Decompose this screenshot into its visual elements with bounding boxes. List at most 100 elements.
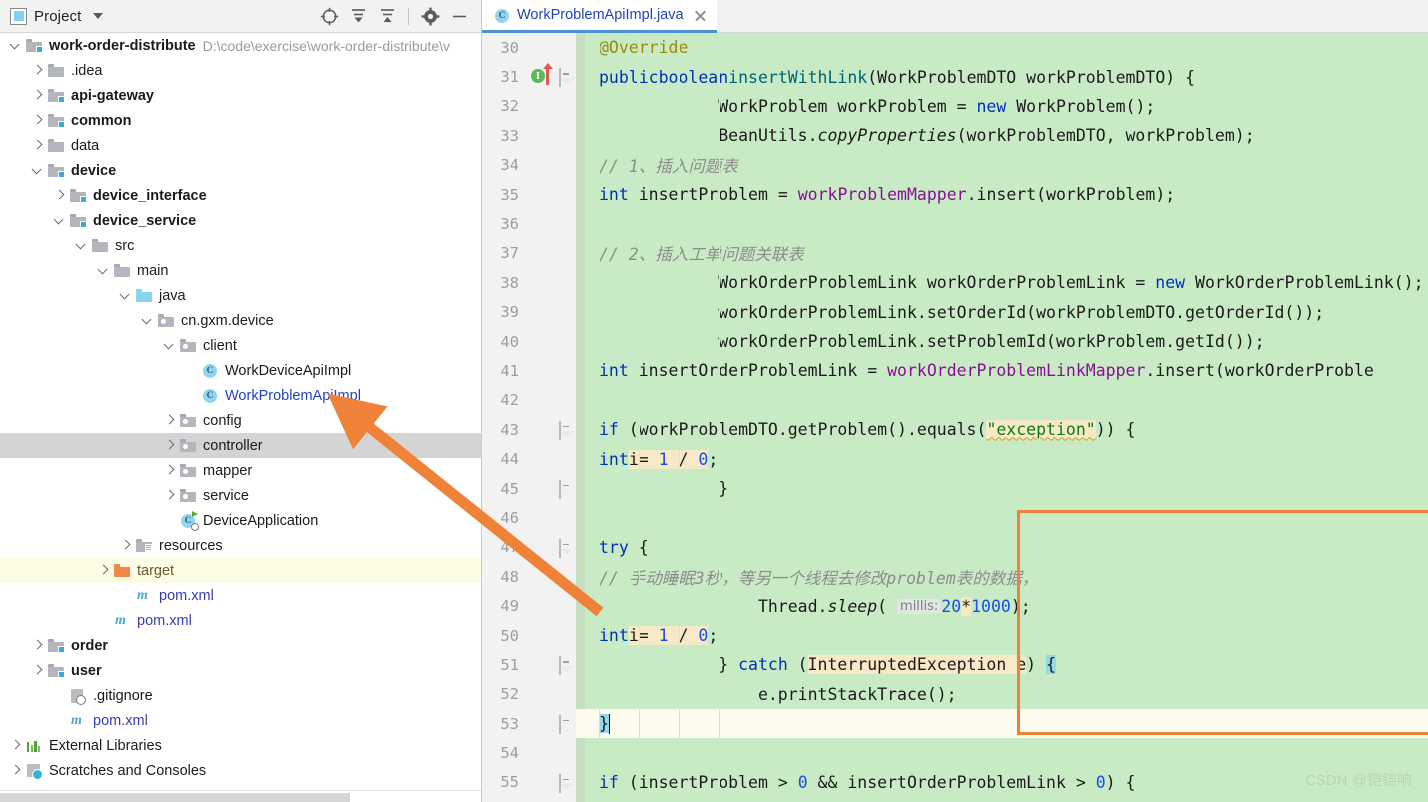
chevron-right-icon[interactable] [96, 563, 111, 578]
gear-icon[interactable] [416, 2, 444, 30]
fold-gutter[interactable] [554, 297, 576, 327]
code-line-text[interactable]: // 2、插入工单问题关联表 [585, 239, 1428, 268]
tree-item-deviceapplication[interactable]: C DeviceApplication [0, 508, 481, 533]
tree-item-pom-xml[interactable]: m pom.xml [0, 708, 481, 733]
code-line[interactable]: 47 try { [482, 532, 1428, 563]
chevron-right-icon[interactable] [8, 738, 23, 753]
code-line-text[interactable]: if (workProblemDTO.getProblem().equals("… [585, 415, 1428, 444]
code-line-text[interactable]: } [585, 708, 1428, 739]
code-line[interactable]: 31 I public boolean insertWithLink (WorkPr… [482, 62, 1428, 92]
vcs-change-marker[interactable] [576, 209, 585, 239]
gutter-markers[interactable] [528, 591, 554, 621]
chevron-down-icon[interactable] [93, 13, 104, 19]
code-line-text[interactable]: // 1、插入问题表 [585, 151, 1428, 180]
chevron-down-icon[interactable] [74, 238, 89, 253]
code-line[interactable]: 56 return true; [482, 797, 1428, 802]
vcs-change-marker[interactable] [576, 385, 585, 416]
tree-item-client[interactable]: client [0, 333, 481, 358]
gutter-markers[interactable] [528, 268, 554, 298]
code-line-text[interactable] [585, 209, 1428, 238]
code-line[interactable]: 33 BeanUtils. copyProperties (workProblemD… [482, 121, 1428, 151]
chevron-down-icon[interactable] [96, 263, 111, 278]
gutter-markers[interactable] [528, 532, 554, 563]
code-line[interactable]: 39 workOrderProblemLink.setOrderId(workP… [482, 297, 1428, 327]
vcs-change-marker[interactable] [576, 62, 585, 92]
code-line-text[interactable]: workOrderProblemLink.setProblemId(workPr… [585, 327, 1428, 356]
gutter-markers[interactable] [528, 297, 554, 327]
tree-item-idea[interactable]: .idea [0, 58, 481, 83]
code-line[interactable]: 54 [482, 738, 1428, 768]
fold-gutter[interactable] [554, 797, 576, 802]
code-line[interactable]: 49 Thread. sleep( millis: 20 * 1000); [482, 591, 1428, 621]
tree-item-gitignore[interactable]: .gitignore [0, 683, 481, 708]
override-arrow-icon[interactable] [542, 63, 553, 86]
tree-item-pom-xml[interactable]: m pom.xml [0, 608, 481, 633]
chevron-down-icon[interactable] [8, 38, 23, 53]
code-line-text[interactable]: @Override [585, 33, 1428, 62]
tree-item-workdeviceapiimpl[interactable]: C WorkDeviceApiImpl [0, 358, 481, 383]
gutter-markers[interactable] [528, 444, 554, 474]
code-line-text[interactable] [585, 503, 1428, 532]
vcs-change-marker[interactable] [576, 708, 585, 739]
chevron-right-icon[interactable] [162, 438, 177, 453]
fold-collapse-icon[interactable] [559, 421, 572, 441]
vcs-change-marker[interactable] [576, 268, 585, 298]
expand-all-icon[interactable] [344, 2, 372, 30]
code-line-text[interactable]: BeanUtils. copyProperties (workProblemDTO,… [585, 121, 1428, 150]
code-line-text[interactable]: workOrderProblemLink.setOrderId(workProb… [585, 298, 1428, 327]
fold-gutter[interactable] [554, 415, 576, 445]
chevron-right-icon[interactable] [162, 413, 177, 428]
vcs-change-marker[interactable] [576, 620, 585, 651]
fold-gutter[interactable] [554, 179, 576, 210]
fold-collapse-icon[interactable] [559, 656, 572, 676]
code-line[interactable]: 30 @Override [482, 33, 1428, 63]
close-icon[interactable] [694, 9, 707, 22]
chevron-right-icon[interactable] [118, 538, 133, 553]
gutter-markers[interactable] [528, 326, 554, 357]
gutter-markers[interactable] [528, 356, 554, 386]
tree-item-device-service[interactable]: device_service [0, 208, 481, 233]
gutter-markers[interactable] [528, 91, 554, 122]
fold-gutter[interactable] [554, 503, 576, 533]
tree-item-work-order-distribute[interactable]: work-order-distribute D:\code\exercise\wo… [0, 33, 481, 58]
fold-end-icon[interactable] [559, 714, 572, 734]
fold-collapse-icon[interactable] [559, 773, 572, 793]
tree-item-workproblemapiimpl[interactable]: C WorkProblemApiImpl [0, 383, 481, 408]
chevron-right-icon[interactable] [52, 188, 67, 203]
code-line[interactable]: 50 int i = 1 / 0; [482, 620, 1428, 651]
fold-gutter[interactable] [554, 268, 576, 298]
tree-item-scratches-and-consoles[interactable]: Scratches and Consoles [0, 758, 481, 783]
editor-tab-workproblemapiimpl[interactable]: C WorkProblemApiImpl.java [482, 0, 717, 33]
code-line[interactable]: 55 if (insertProblem > 0 && insertOrderP… [482, 767, 1428, 798]
gutter-markers[interactable] [528, 503, 554, 533]
code-line[interactable]: 46 [482, 503, 1428, 533]
minimize-icon[interactable] [445, 2, 473, 30]
tree-item-user[interactable]: user [0, 658, 481, 683]
vcs-change-marker[interactable] [576, 503, 585, 533]
chevron-down-icon[interactable] [52, 213, 67, 228]
fold-gutter[interactable] [554, 591, 576, 621]
gutter-markers[interactable] [528, 33, 554, 63]
tree-item-order[interactable]: order [0, 633, 481, 658]
code-line[interactable]: 34 // 1、插入问题表 [482, 150, 1428, 180]
vcs-change-marker[interactable] [576, 767, 585, 798]
fold-end-icon[interactable] [559, 479, 572, 499]
tree-item-target[interactable]: target [0, 558, 481, 583]
gutter-markers[interactable] [528, 473, 554, 504]
collapse-all-icon[interactable] [373, 2, 401, 30]
gutter-markers[interactable] [528, 238, 554, 269]
chevron-down-icon[interactable] [140, 313, 155, 328]
gutter-markers[interactable] [528, 150, 554, 180]
fold-gutter[interactable] [554, 326, 576, 357]
tree-item-common[interactable]: common [0, 108, 481, 133]
chevron-down-icon[interactable] [118, 288, 133, 303]
chevron-right-icon[interactable] [8, 763, 23, 778]
chevron-right-icon[interactable] [30, 663, 45, 678]
tree-item-external-libraries[interactable]: External Libraries [0, 733, 481, 758]
code-line[interactable]: 32 WorkProblem workProblem = new WorkPro… [482, 91, 1428, 122]
tree-item-cn-gxm-device[interactable]: cn.gxm.device [0, 308, 481, 333]
vcs-change-marker[interactable] [576, 738, 585, 768]
chevron-down-icon[interactable] [30, 163, 45, 178]
gutter-markers[interactable] [528, 679, 554, 709]
gutter-markers[interactable] [528, 179, 554, 210]
